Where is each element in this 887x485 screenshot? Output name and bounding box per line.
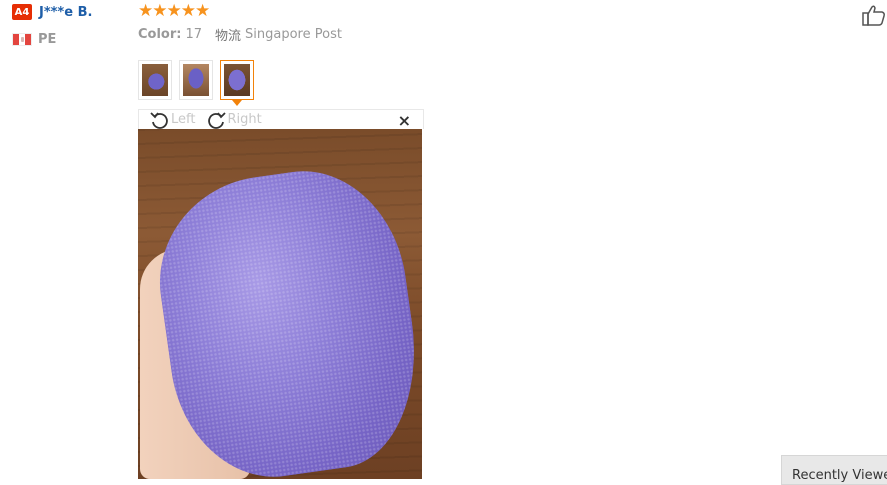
star-icon: ★ — [180, 0, 196, 21]
level-badge: A4 — [12, 4, 32, 20]
review-content: ★ ★ ★ ★ ★ Color: 17 物流 Singapore Post Le… — [138, 0, 858, 479]
rotate-right-icon — [208, 111, 227, 129]
star-icon: ★ — [152, 0, 167, 21]
logistics-label: 物流 — [215, 28, 242, 44]
rotate-left-label: Left — [171, 112, 196, 127]
review-thumbnails — [138, 60, 858, 106]
star-icon: ★ — [138, 0, 153, 21]
order-attributes: Color: 17 物流 Singapore Post — [138, 24, 858, 44]
reviewer-info: A4 J***e B. PE — [12, 4, 132, 47]
reviewer-name[interactable]: J***e B. — [39, 5, 92, 20]
review-photo — [138, 129, 422, 479]
star-rating: ★ ★ ★ ★ ★ — [138, 0, 858, 22]
peru-flag-icon — [12, 32, 32, 46]
star-icon: ★ — [195, 0, 210, 21]
rotate-left-button[interactable]: Left — [149, 110, 195, 130]
review-thumbnail-2[interactable] — [179, 60, 213, 100]
country-code: PE — [38, 31, 57, 47]
review-thumbnail-3[interactable] — [220, 60, 254, 106]
logistics-value: Singapore Post — [245, 26, 342, 42]
recently-viewed-tab[interactable]: Recently Viewed — [781, 455, 887, 485]
review-thumbnail-1[interactable] — [138, 60, 172, 100]
image-viewer: Left Right × — [138, 109, 424, 479]
viewer-toolbar: Left Right × — [138, 109, 424, 130]
rotate-left-icon — [150, 111, 168, 129]
thumbs-up-icon[interactable] — [862, 4, 886, 26]
color-value: 17 — [185, 26, 203, 42]
star-icon: ★ — [166, 0, 182, 21]
reviewer-row: A4 J***e B. — [12, 4, 132, 20]
active-pointer-icon — [232, 100, 242, 106]
rotate-right-label: Right — [227, 112, 262, 127]
color-label: Color: — [138, 26, 182, 42]
rotate-right-button[interactable]: Right — [205, 110, 262, 130]
close-icon[interactable]: × — [398, 111, 411, 130]
reviewer-country: PE — [12, 31, 132, 47]
